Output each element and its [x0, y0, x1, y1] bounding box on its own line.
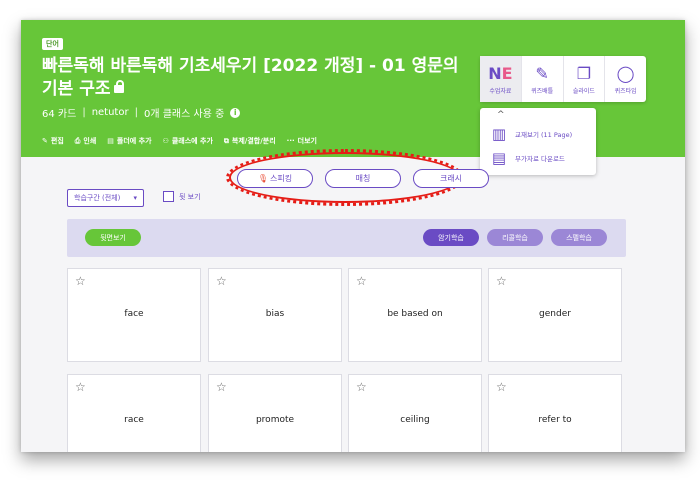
flashcard[interactable]: ☆ ceiling	[348, 374, 482, 452]
section-select[interactable]: 학습구간 (전체) ▾	[67, 189, 144, 207]
star-icon[interactable]: ☆	[496, 380, 507, 394]
duplicate-button[interactable]: ⧉ 복제/결합/분리	[224, 136, 276, 146]
view-textbook-label: 교재보기 (11 Page)	[515, 131, 573, 139]
star-icon[interactable]: ☆	[356, 380, 367, 394]
flashcard[interactable]: ☆ face	[67, 268, 201, 362]
back-toggle[interactable]: 뒷 보기	[163, 191, 201, 202]
flip-button[interactable]: 뒷면보기	[85, 229, 141, 246]
add-to-folder-button[interactable]: ▤ 폴더에 추가	[107, 136, 151, 146]
mic-icon: 🎙	[257, 174, 269, 183]
mode-bar: NE 수업자료 ✎ 퀴즈배틀 ❐ 슬라이드 ◯ 퀴즈타임	[480, 56, 646, 102]
card-word: ceiling	[400, 415, 430, 425]
study-mode-group: 🎙 스피킹 매칭 크래시	[237, 169, 489, 188]
download-extras-label: 부가자료 다운로드	[515, 155, 565, 163]
folder-icon: ▤	[107, 137, 114, 145]
material-dropdown: ^ ▥ 교재보기 (11 Page) ▤ 부가자료 다운로드	[480, 108, 596, 175]
separator: |	[82, 107, 86, 118]
print-label: 인쇄	[83, 137, 97, 145]
spell-button[interactable]: 스펠학습	[551, 229, 607, 246]
flashcard[interactable]: ☆ gender	[488, 268, 622, 362]
card-word: gender	[539, 309, 571, 319]
type-badge: 단어	[42, 38, 63, 50]
add-to-folder-label: 폴더에 추가	[116, 137, 152, 145]
slides-icon: ❐	[576, 63, 592, 83]
more-button[interactable]: ··· 더보기	[287, 136, 317, 146]
action-toolbar: ✎ 편집 ⎙ 인쇄 ▤ 폴더에 추가 ⚇ 클래스에 추가 ⧉ 복제/결합/분리 ··· 더보…	[42, 136, 317, 146]
more-icon: ···	[286, 137, 295, 145]
section-select-value: 학습구간 (전체)	[74, 194, 121, 202]
view-textbook-item[interactable]: ▥ 교재보기 (11 Page)	[489, 125, 572, 143]
duplicate-label: 복제/결합/분리	[231, 137, 276, 145]
crash-label: 크래시	[439, 174, 463, 183]
print-icon: ⎙	[74, 137, 81, 145]
mode-label: 슬라이드	[572, 87, 595, 95]
pen-icon: ✎	[535, 63, 549, 83]
matching-label: 매칭	[355, 174, 371, 183]
author-name[interactable]: netutor	[92, 107, 129, 118]
recall-button[interactable]: 리콜학습	[487, 229, 543, 246]
print-button[interactable]: ⎙ 인쇄	[75, 136, 97, 146]
book-icon: ▥	[491, 125, 507, 143]
card-word: be based on	[387, 309, 443, 319]
mode-label: 수업자료	[489, 87, 512, 95]
card-word: bias	[265, 309, 285, 319]
star-icon[interactable]: ☆	[216, 380, 227, 394]
edit-label: 편집	[50, 137, 64, 145]
mode-quiz-battle[interactable]: ✎ 퀴즈배틀	[522, 56, 564, 102]
star-icon[interactable]: ☆	[75, 274, 86, 288]
card-word: face	[124, 309, 144, 319]
mode-quiz-time[interactable]: ◯ 퀴즈타임	[605, 56, 646, 102]
mode-slides[interactable]: ❐ 슬라이드	[564, 56, 606, 102]
info-icon[interactable]: i	[230, 107, 241, 118]
caret-down-icon: ▾	[133, 194, 137, 202]
flashcard[interactable]: ☆ be based on	[348, 268, 482, 362]
matching-button[interactable]: 매칭	[325, 169, 401, 188]
mode-label: 퀴즈배틀	[531, 87, 554, 95]
add-to-class-label: 클래스에 추가	[171, 137, 213, 145]
star-icon[interactable]: ☆	[496, 274, 507, 288]
study-toolbar: 뒷면보기 암기학습 리콜학습 스펠학습	[67, 219, 626, 257]
back-checkbox[interactable]	[163, 191, 174, 202]
speaking-button[interactable]: 🎙 스피킹	[237, 169, 313, 188]
star-icon[interactable]: ☆	[216, 274, 227, 288]
add-to-class-button[interactable]: ⚇ 클래스에 추가	[163, 136, 213, 146]
file-icon: ▤	[491, 149, 507, 167]
class-usage: 0개 클래스 사용 중	[143, 109, 225, 120]
separator: |	[134, 107, 138, 118]
nf-logo-icon: NE	[488, 63, 513, 83]
card-word: race	[124, 415, 144, 425]
memorize-button[interactable]: 암기학습	[423, 229, 479, 246]
app-window: 단어 빠른독해 바른독해 기초세우기 [2022 개정] - 01 영문의 기본…	[21, 20, 685, 452]
card-word: promote	[255, 415, 295, 425]
lock-icon	[114, 80, 125, 93]
crash-button[interactable]: 크래시	[413, 169, 489, 188]
quiz-icon: ◯	[616, 63, 635, 83]
download-extras-item[interactable]: ▤ 부가자료 다운로드	[489, 149, 565, 167]
set-meta: 64 카드 | netutor | 0개 클래스 사용 중 i	[42, 105, 241, 120]
flashcard[interactable]: ☆ promote	[208, 374, 342, 452]
class-icon: ⚇	[162, 137, 169, 145]
copy-icon: ⧉	[223, 137, 229, 145]
page-title: 빠른독해 바른독해 기초세우기 [2022 개정] - 01 영문의 기본 구조	[42, 55, 472, 101]
flashcard[interactable]: ☆ race	[67, 374, 201, 452]
flashcard[interactable]: ☆ refer to	[488, 374, 622, 452]
title-text: 빠른독해 바른독해 기초세우기 [2022 개정] - 01 영문의 기본 구조	[42, 56, 459, 99]
star-icon[interactable]: ☆	[75, 380, 86, 394]
mode-class-material[interactable]: NE 수업자료	[480, 56, 522, 102]
mode-label: 퀴즈타임	[614, 87, 637, 95]
edit-icon: ✎	[42, 137, 48, 145]
speaking-label: 스피킹	[270, 174, 293, 183]
flashcard[interactable]: ☆ bias	[208, 268, 342, 362]
card-word: refer to	[538, 415, 572, 425]
star-icon[interactable]: ☆	[356, 274, 367, 288]
edit-button[interactable]: ✎ 편집	[42, 136, 64, 146]
more-label: 더보기	[297, 137, 317, 145]
chevron-up-icon[interactable]: ^	[497, 110, 505, 120]
card-count: 64 카드	[42, 109, 77, 120]
back-label: 뒷 보기	[179, 192, 201, 201]
